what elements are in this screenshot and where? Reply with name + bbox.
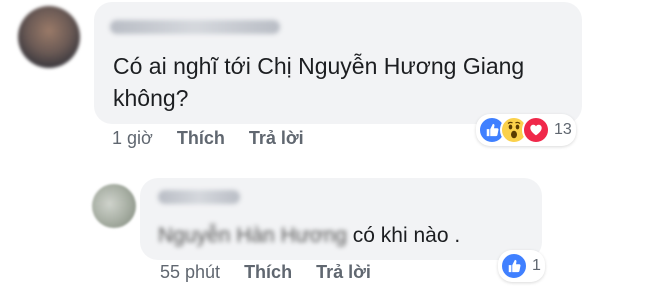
comment-actions: 1 giờ Thích Trả lời [112,128,304,149]
reply-timestamp[interactable]: 55 phút [160,262,220,282]
reply-reply-button[interactable]: Trả lời [316,262,371,282]
like-icon [500,252,528,280]
replier-name-blurred[interactable] [158,190,240,204]
reply-text-redacted: Nguyễn Hàn Hương [158,224,347,247]
commenter-name-blurred[interactable] [110,20,280,34]
reply-text: Nguyễn Hàn Hương có khi nào . [158,222,460,250]
reply-like-button[interactable]: Thích [244,262,292,282]
commenter-avatar[interactable] [18,6,80,68]
replier-avatar[interactable] [92,184,136,228]
reply-reactions[interactable]: 1 [498,250,545,282]
reply-button[interactable]: Trả lời [249,128,304,148]
reply-reaction-count: 1 [532,257,541,274]
reaction-count: 13 [554,121,572,138]
comment-timestamp[interactable]: 1 giờ [112,128,153,148]
like-button[interactable]: Thích [177,128,225,148]
reply-text-visible: có khi nào . [352,224,461,247]
love-icon [522,116,550,144]
comment-reactions[interactable]: 13 [476,114,576,146]
reply-actions: 55 phút Thích Trả lời [160,262,371,283]
comment-text: Có ai nghĩ tới Chị Nguyễn Hương Giang kh… [113,53,525,111]
